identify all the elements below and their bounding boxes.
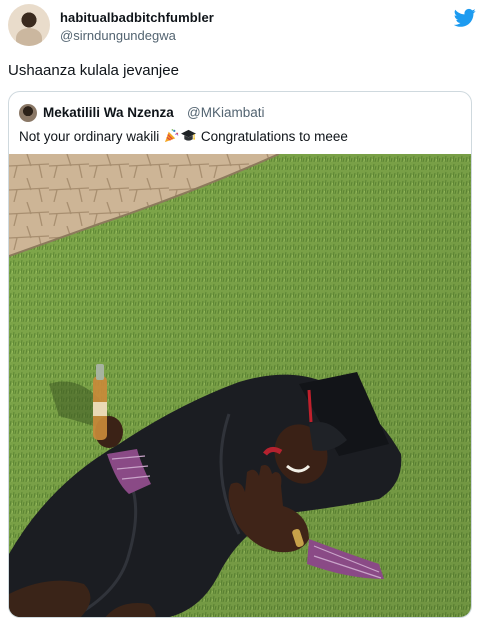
author-avatar[interactable] bbox=[8, 4, 50, 46]
quoted-tweet-card[interactable]: Mekatilili Wa Nzenza @MKiambati Not your… bbox=[8, 91, 472, 618]
tweet-text: Ushaanza kulala jevanjee bbox=[8, 62, 179, 79]
twitter-bird-icon[interactable] bbox=[454, 8, 476, 28]
quoted-author-handle[interactable]: @MKiambati bbox=[187, 105, 264, 120]
quoted-text-after: Congratulations to meee bbox=[197, 129, 348, 144]
tweet-header: habitualbadbitchfumbler @sirndungundegwa bbox=[8, 4, 476, 48]
quoted-tweet-text: Not your ordinary wakili Congratulations… bbox=[19, 129, 348, 144]
party-popper-emoji bbox=[165, 129, 179, 143]
quoted-text-before: Not your ordinary wakili bbox=[19, 129, 164, 144]
author-name[interactable]: habitualbadbitchfumbler bbox=[60, 10, 214, 25]
graduation-cap-emoji bbox=[181, 129, 197, 141]
quoted-author-name[interactable]: Mekatilili Wa Nzenza bbox=[43, 105, 174, 120]
quoted-author-avatar[interactable] bbox=[19, 104, 37, 122]
author-handle[interactable]: @sirndungundegwa bbox=[60, 28, 176, 43]
quoted-tweet-photo[interactable] bbox=[9, 154, 472, 618]
